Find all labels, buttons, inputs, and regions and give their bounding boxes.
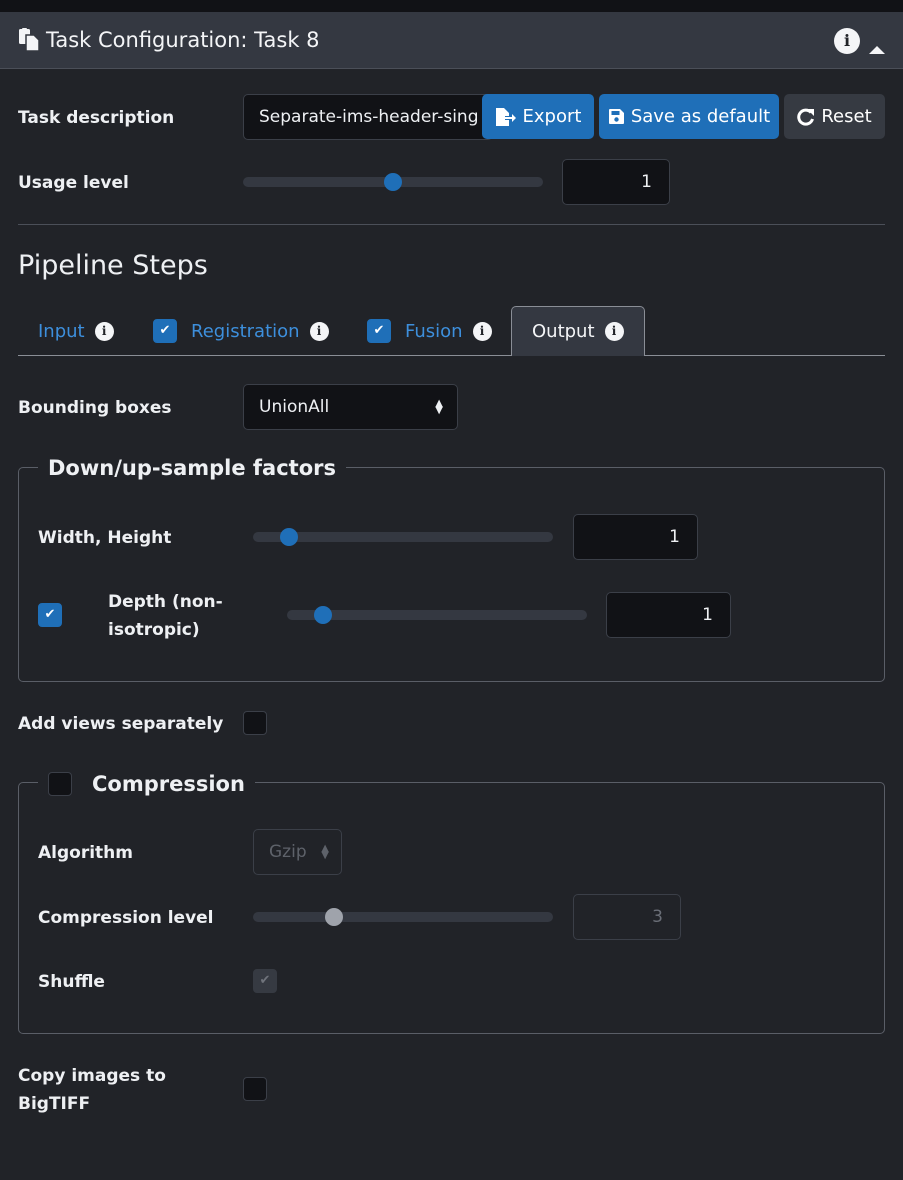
depth-label-line1: Depth (non-: [108, 592, 223, 612]
task-description-label: Task description: [18, 108, 175, 128]
width-height-input[interactable]: 1: [573, 514, 698, 560]
tab-output-label: Output: [532, 321, 595, 342]
tab-input[interactable]: Input i: [38, 306, 114, 356]
top-strip: [0, 0, 903, 12]
slider-thumb[interactable]: [280, 528, 298, 546]
compression-level-label: Compression level: [38, 908, 214, 928]
pipeline-steps-heading: Pipeline Steps: [18, 250, 208, 281]
algorithm-select[interactable]: Gzip ▲ ▼: [253, 829, 342, 875]
tab-registration[interactable]: ✔ Registration i: [153, 306, 329, 356]
panel-header[interactable]: Task Configuration: Task 8 i: [0, 12, 903, 69]
shuffle-label: Shuffle: [38, 972, 105, 992]
depth-slider[interactable]: [287, 606, 587, 624]
bounding-boxes-value: UnionAll: [259, 397, 330, 417]
copy-bigtiff-checkbox[interactable]: [243, 1077, 267, 1101]
copy-bigtiff-label-line2: BigTIFF: [18, 1094, 91, 1114]
compression-level-input[interactable]: 3: [573, 894, 681, 940]
caret-up-icon[interactable]: [869, 46, 885, 54]
bounding-boxes-select[interactable]: UnionAll ▲ ▼: [243, 384, 458, 430]
compression-level-slider[interactable]: [253, 908, 553, 926]
depth-label-line2: isotropic): [108, 620, 200, 640]
reset-label: Reset: [821, 106, 872, 127]
depth-input[interactable]: 1: [606, 592, 731, 638]
algorithm-label: Algorithm: [38, 843, 133, 863]
task-description-input[interactable]: Separate-ims-header-sing: [243, 94, 493, 140]
info-circle-icon[interactable]: i: [309, 321, 329, 341]
bounding-boxes-label: Bounding boxes: [18, 398, 172, 418]
compression-legend: Compression: [38, 768, 255, 800]
reset-button[interactable]: Reset: [784, 94, 885, 139]
slider-thumb[interactable]: [325, 908, 343, 926]
panel-title: Task Configuration: Task 8: [18, 28, 320, 52]
tab-fusion-label: Fusion: [405, 320, 463, 342]
shuffle-checkbox[interactable]: ✔: [253, 969, 277, 993]
save-as-default-button[interactable]: Save as default: [599, 94, 779, 139]
copy-icon: [19, 28, 40, 52]
pipeline-tabs: Input i ✔ Registration i ✔ Fusion i Outp…: [18, 306, 885, 356]
fusion-enabled-checkbox[interactable]: ✔: [367, 319, 391, 343]
add-views-separately-label: Add views separately: [18, 714, 224, 734]
usage-level-label: Usage level: [18, 173, 129, 193]
slider-thumb[interactable]: [314, 606, 332, 624]
tab-fusion[interactable]: ✔ Fusion i: [367, 306, 492, 356]
info-circle-icon[interactable]: i: [834, 28, 860, 54]
select-arrows-icon: ▲ ▼: [321, 843, 329, 861]
slider-thumb[interactable]: [384, 173, 402, 191]
add-views-separately-checkbox[interactable]: [243, 711, 267, 735]
export-button[interactable]: Export: [482, 94, 594, 139]
select-arrows-icon: ▲ ▼: [435, 398, 443, 416]
tab-registration-label: Registration: [191, 320, 300, 342]
info-circle-icon[interactable]: i: [472, 321, 492, 341]
info-circle-icon[interactable]: i: [604, 322, 624, 341]
divider: [18, 224, 885, 225]
info-circle-icon[interactable]: i: [94, 321, 114, 341]
algorithm-value: Gzip: [269, 842, 307, 862]
copy-bigtiff-label-line1: Copy images to: [18, 1066, 166, 1086]
compression-enabled-checkbox[interactable]: [48, 772, 72, 796]
export-label: Export: [522, 106, 582, 127]
tab-output[interactable]: Output i: [511, 306, 645, 356]
usage-level-slider[interactable]: [243, 173, 543, 191]
tab-input-label: Input: [38, 320, 85, 342]
redo-icon: [797, 108, 815, 126]
sample-factors-title: Down/up-sample factors: [48, 456, 336, 480]
save-as-default-label: Save as default: [630, 106, 771, 127]
file-export-icon: [495, 107, 516, 126]
usage-level-input[interactable]: 1: [562, 159, 670, 205]
panel-title-text: Task Configuration: Task 8: [46, 28, 320, 52]
sample-factors-legend: Down/up-sample factors: [38, 453, 346, 483]
depth-enabled-checkbox[interactable]: ✔: [38, 603, 62, 627]
width-height-label: Width, Height: [38, 528, 172, 548]
compression-title: Compression: [92, 772, 245, 796]
registration-enabled-checkbox[interactable]: ✔: [153, 319, 177, 343]
sample-factors-fieldset: [18, 467, 885, 682]
floppy-disk-icon: [608, 109, 624, 124]
width-height-slider[interactable]: [253, 528, 553, 546]
